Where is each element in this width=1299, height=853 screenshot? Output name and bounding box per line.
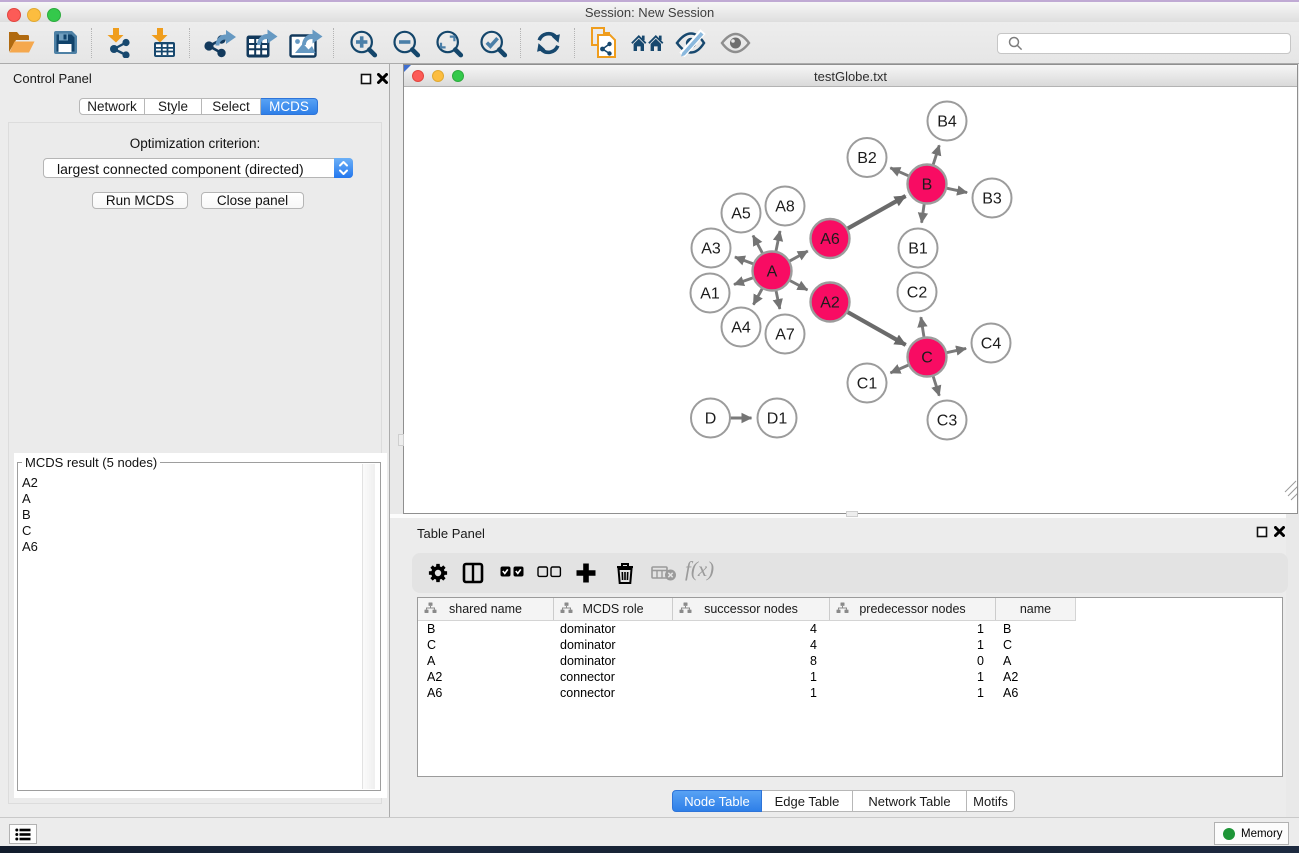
- svg-text:C2: C2: [907, 285, 928, 302]
- svg-text:C: C: [921, 350, 933, 367]
- svg-text:A2: A2: [820, 295, 840, 312]
- svg-text:B: B: [922, 177, 933, 194]
- svg-text:D: D: [705, 411, 717, 428]
- svg-text:B4: B4: [937, 114, 957, 131]
- svg-text:A6: A6: [820, 231, 840, 248]
- svg-text:A: A: [767, 264, 778, 281]
- svg-text:B2: B2: [857, 150, 877, 167]
- svg-text:C4: C4: [981, 336, 1002, 353]
- svg-text:A1: A1: [700, 286, 720, 303]
- svg-text:A4: A4: [731, 320, 751, 337]
- svg-text:B1: B1: [908, 241, 928, 258]
- svg-text:A7: A7: [775, 327, 795, 344]
- svg-text:B3: B3: [982, 191, 1002, 208]
- svg-text:A3: A3: [701, 241, 721, 258]
- svg-text:A5: A5: [731, 206, 751, 223]
- svg-text:C3: C3: [937, 413, 958, 430]
- svg-text:C1: C1: [857, 376, 878, 393]
- svg-text:D1: D1: [767, 411, 788, 428]
- svg-text:A8: A8: [775, 199, 795, 216]
